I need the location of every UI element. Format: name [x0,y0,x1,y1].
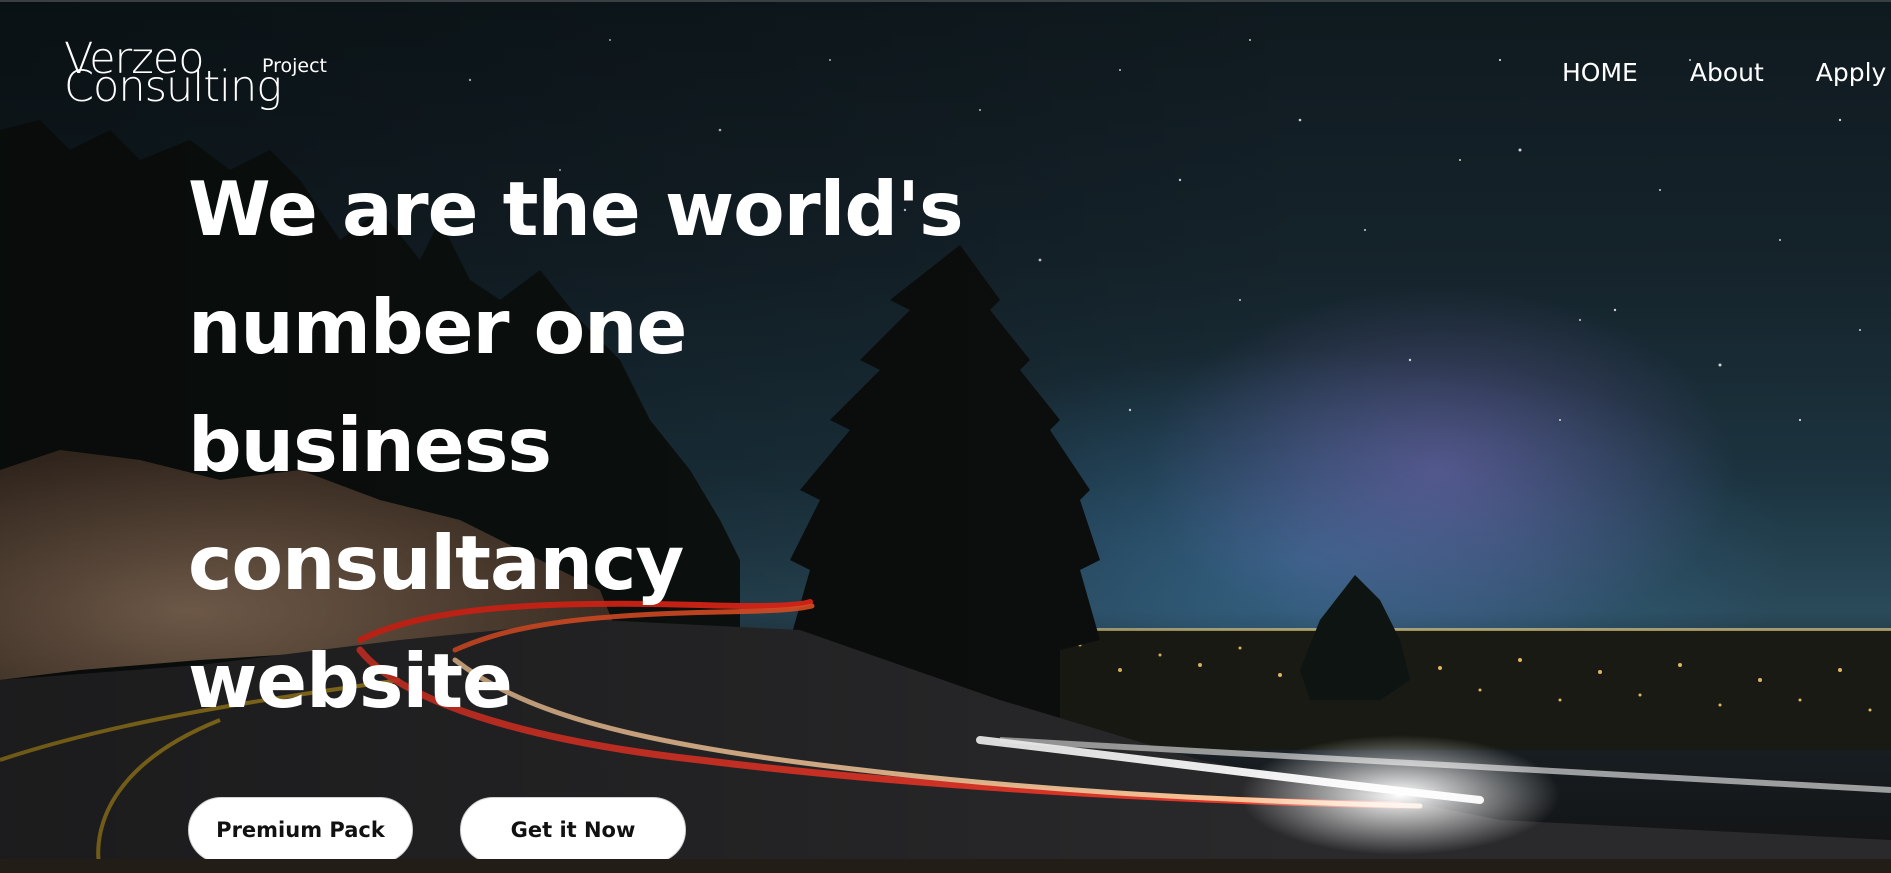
nav-home[interactable]: HOME [1562,58,1638,87]
hero-section: Verzeo Consulting Project HOME About App… [0,0,1891,873]
headline-line: business [188,401,552,489]
nav-apply[interactable]: Apply [1816,58,1887,87]
main-nav: HOME About Apply [1562,58,1886,87]
logo-name-line2: Consulting [64,62,282,112]
headline-line: consultancy [188,519,684,607]
headline-line: We are the world's [188,165,964,253]
logo-tag: Project [262,55,328,77]
hero-headline: We are the world's number one business c… [188,150,964,740]
bottom-edge [0,859,1891,873]
get-it-now-button[interactable]: Get it Now [460,797,686,863]
premium-pack-button[interactable]: Premium Pack [188,797,413,863]
nav-about[interactable]: About [1690,58,1764,87]
top-border [0,0,1891,2]
headline-line: website [188,637,513,725]
site-logo[interactable]: Verzeo Consulting Project [64,38,364,118]
headline-line: number one [188,283,687,371]
